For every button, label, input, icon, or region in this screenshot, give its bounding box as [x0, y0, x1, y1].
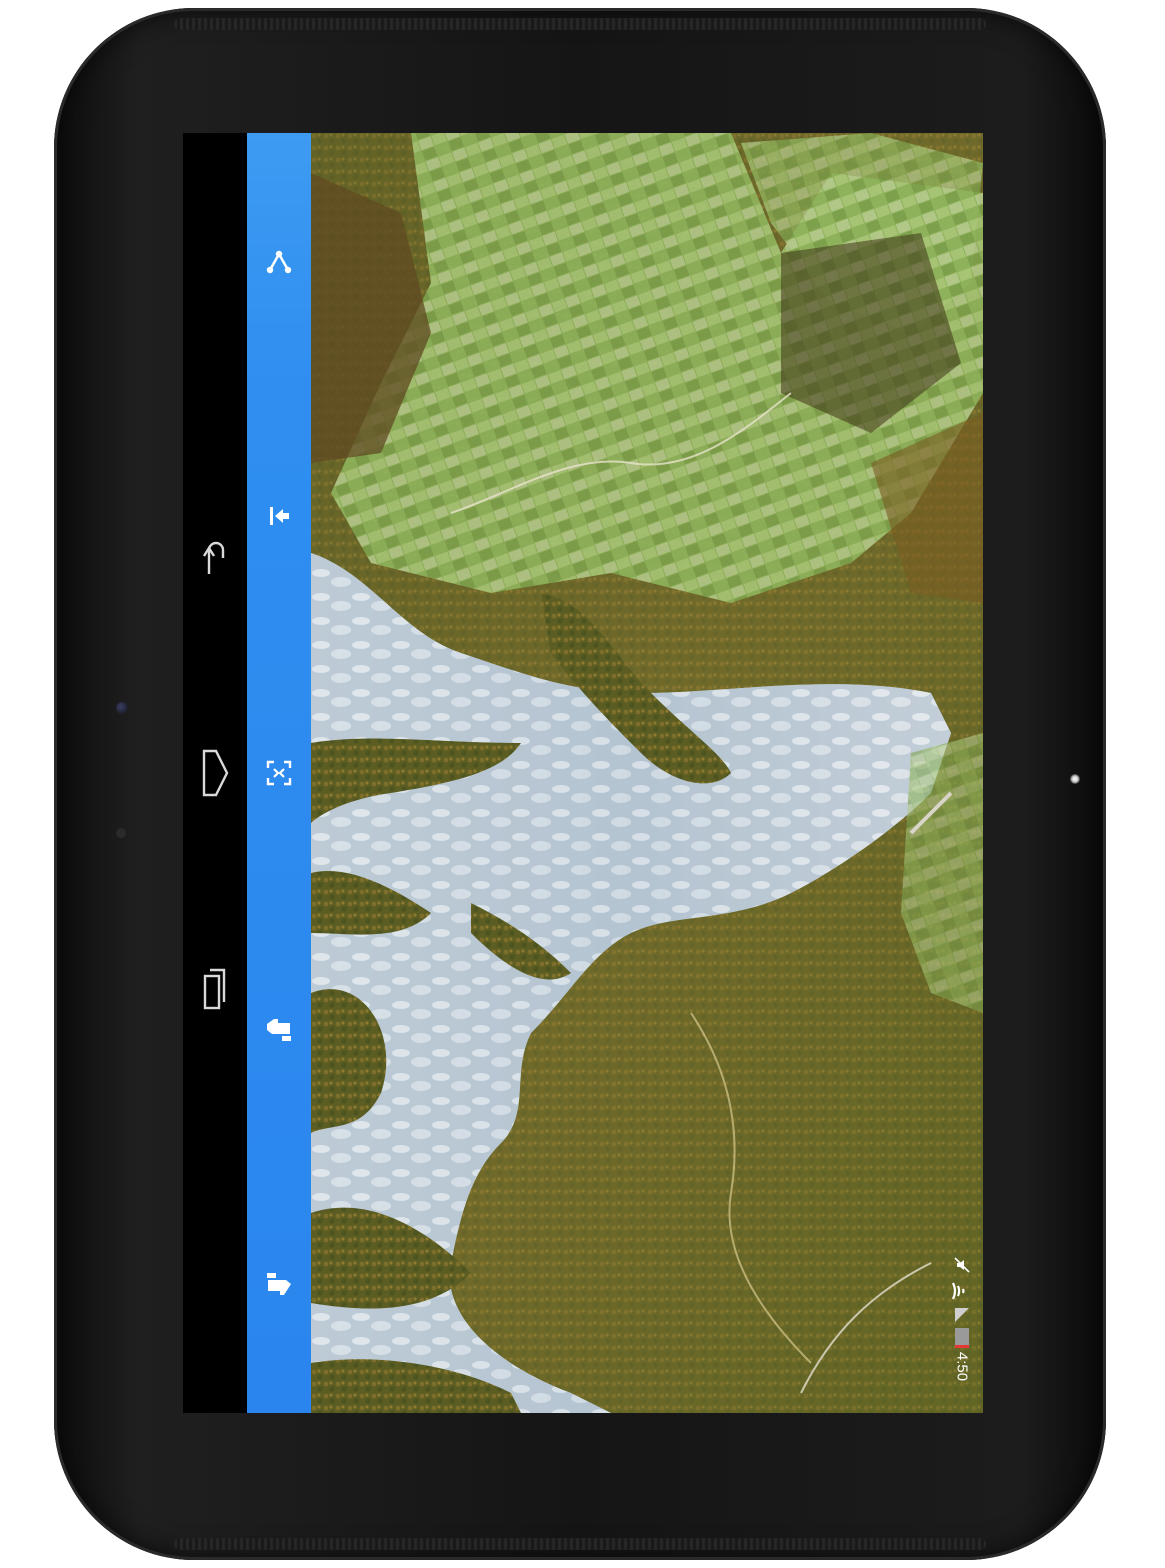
status-bar: 4:50 — [947, 1257, 977, 1407]
previous-button[interactable] — [259, 496, 299, 536]
proximity-sensor — [116, 828, 126, 838]
home-button[interactable] — [195, 743, 235, 803]
fit-screen-button[interactable] — [259, 753, 299, 793]
back-button[interactable] — [195, 527, 235, 587]
battery-icon — [955, 1328, 969, 1348]
aerial-photo[interactable]: 4:50 — [311, 133, 983, 1413]
screen: 4:50 — [183, 133, 983, 1413]
share-icon — [266, 250, 292, 274]
back-arrow-icon — [202, 541, 225, 574]
action-toolbar — [247, 133, 311, 1413]
wifi-icon — [951, 1282, 965, 1300]
notification-light — [1070, 774, 1080, 784]
navigation-bar — [183, 133, 247, 1413]
signal-icon — [955, 1308, 969, 1322]
fit-screen-icon — [266, 760, 292, 786]
mute-icon — [954, 1257, 970, 1273]
aerial-photo-image — [311, 133, 983, 1413]
skip-previous-icon — [270, 507, 289, 525]
home-icon — [202, 749, 229, 797]
speaker-grille-top — [174, 18, 986, 30]
recents-button[interactable] — [195, 959, 235, 1019]
speaker-grille-bottom — [174, 1538, 986, 1550]
front-camera — [116, 702, 128, 714]
share-button[interactable] — [259, 241, 299, 281]
recents-icon — [203, 968, 226, 1010]
thumbs-down-icon — [267, 1273, 291, 1295]
like-button[interactable] — [259, 1009, 299, 1049]
dislike-button[interactable] — [259, 1265, 299, 1305]
thumbs-up-icon — [267, 1019, 291, 1041]
status-time: 4:50 — [953, 1351, 971, 1382]
